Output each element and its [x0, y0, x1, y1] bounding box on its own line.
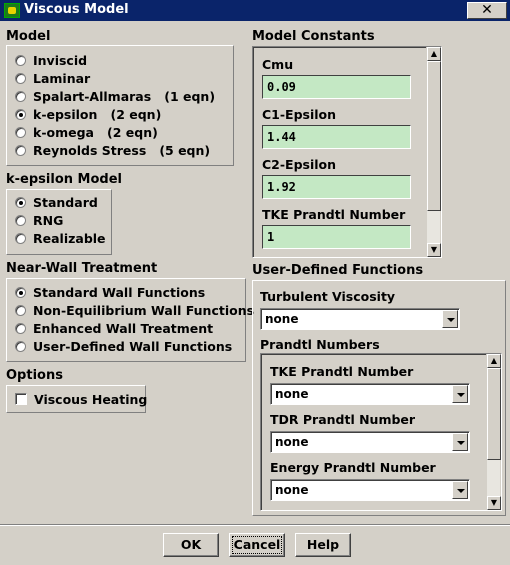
- c2-epsilon-field[interactable]: 1.92: [262, 175, 411, 199]
- model-group: Inviscid Laminar Spalart-Allmaras (1 eqn…: [6, 45, 234, 166]
- chevron-down-icon[interactable]: [442, 310, 458, 328]
- tke-prandtl-label: TKE Prandtl Number: [262, 207, 406, 222]
- radio-indicator: [15, 91, 26, 102]
- model-constants-panel: Cmu 0.09 C1-Epsilon 1.44 C2-Epsilon 1.92…: [252, 46, 442, 258]
- help-button[interactable]: Help: [295, 533, 351, 557]
- near-wall-group: Standard Wall Functions Non-Equilibrium …: [6, 278, 254, 362]
- constants-scrollbar[interactable]: ▲ ▼: [426, 47, 441, 257]
- c1-epsilon-field[interactable]: 1.44: [262, 125, 411, 149]
- radio-indicator: [15, 127, 26, 138]
- energy-prandtl-udf-label: Energy Prandtl Number: [270, 460, 436, 475]
- tke-prandtl-field[interactable]: 1: [262, 225, 411, 249]
- prandtl-numbers-title: Prandtl Numbers: [260, 337, 380, 352]
- turbulent-viscosity-dropdown[interactable]: none: [260, 308, 460, 330]
- radio-rng[interactable]: RNG: [15, 213, 63, 231]
- divider: [0, 524, 510, 526]
- radio-k-omega[interactable]: k-omega (2 eqn): [15, 125, 158, 143]
- scroll-thumb[interactable]: [487, 368, 501, 460]
- radio-indicator: [15, 323, 26, 334]
- radio-spalart-allmaras[interactable]: Spalart-Allmaras (1 eqn): [15, 89, 215, 107]
- title-bar: Viscous Model ✕: [0, 0, 510, 21]
- chevron-down-icon[interactable]: [452, 385, 468, 403]
- c1-epsilon-label: C1-Epsilon: [262, 107, 337, 122]
- scroll-up-icon[interactable]: ▲: [427, 47, 441, 61]
- radio-indicator: [15, 73, 26, 84]
- radio-indicator: [15, 215, 26, 226]
- cmu-label: Cmu: [262, 57, 294, 72]
- radio-indicator: [15, 233, 26, 244]
- tdr-prandtl-udf-label: TDR Prandtl Number: [270, 412, 416, 427]
- chevron-down-icon[interactable]: [452, 481, 468, 499]
- prandtl-numbers-panel: TKE Prandtl Number none TDR Prandtl Numb…: [260, 353, 502, 511]
- radio-indicator-selected: [15, 109, 26, 120]
- radio-inviscid[interactable]: Inviscid: [15, 53, 87, 71]
- radio-indicator-selected: [15, 197, 26, 208]
- radio-indicator: [15, 305, 26, 316]
- cmu-field[interactable]: 0.09: [262, 75, 411, 99]
- udf-group: Turbulent Viscosity none Prandtl Numbers…: [252, 280, 506, 516]
- cancel-button[interactable]: Cancel: [229, 533, 285, 557]
- prandtl-scrollbar[interactable]: ▲ ▼: [486, 354, 501, 510]
- model-section-title: Model: [6, 29, 51, 44]
- radio-indicator-selected: [15, 287, 26, 298]
- app-icon: [4, 3, 20, 18]
- radio-standard[interactable]: Standard: [15, 195, 98, 213]
- model-constants-title: Model Constants: [252, 29, 375, 44]
- ok-button[interactable]: OK: [163, 533, 219, 557]
- radio-non-equilibrium-wall-functions[interactable]: Non-Equilibrium Wall Functions: [15, 303, 254, 321]
- radio-indicator: [15, 341, 26, 352]
- scroll-thumb[interactable]: [427, 61, 441, 211]
- energy-prandtl-udf-dropdown[interactable]: none: [270, 479, 470, 501]
- radio-realizable[interactable]: Realizable: [15, 231, 106, 249]
- kepsilon-model-group: Standard RNG Realizable: [6, 189, 112, 255]
- turbulent-viscosity-label: Turbulent Viscosity: [260, 289, 396, 304]
- scroll-down-icon[interactable]: ▼: [487, 496, 501, 510]
- radio-k-epsilon[interactable]: k-epsilon (2 eqn): [15, 107, 161, 125]
- viscous-heating-checkbox[interactable]: Viscous Heating: [15, 392, 147, 410]
- radio-indicator: [15, 145, 26, 156]
- scroll-down-icon[interactable]: ▼: [427, 243, 441, 257]
- checkbox-indicator: [15, 393, 27, 405]
- tke-prandtl-udf-dropdown[interactable]: none: [270, 383, 470, 405]
- chevron-down-icon[interactable]: [452, 433, 468, 451]
- radio-reynolds-stress[interactable]: Reynolds Stress (5 eqn): [15, 143, 210, 161]
- kepsilon-model-title: k-epsilon Model: [6, 172, 122, 187]
- close-button[interactable]: ✕: [467, 2, 507, 19]
- window-title: Viscous Model: [24, 2, 129, 17]
- radio-user-defined-wall-functions[interactable]: User-Defined Wall Functions: [15, 339, 232, 357]
- near-wall-title: Near-Wall Treatment: [6, 261, 158, 276]
- c2-epsilon-label: C2-Epsilon: [262, 157, 337, 172]
- options-group: Viscous Heating: [6, 385, 147, 413]
- options-title: Options: [6, 368, 63, 383]
- tke-prandtl-udf-label: TKE Prandtl Number: [270, 364, 414, 379]
- radio-standard-wall-functions[interactable]: Standard Wall Functions: [15, 285, 205, 303]
- scroll-up-icon[interactable]: ▲: [487, 354, 501, 368]
- radio-enhanced-wall-treatment[interactable]: Enhanced Wall Treatment: [15, 321, 213, 339]
- radio-indicator: [15, 55, 26, 66]
- udf-title: User-Defined Functions: [252, 263, 424, 278]
- tdr-prandtl-udf-dropdown[interactable]: none: [270, 431, 470, 453]
- radio-laminar[interactable]: Laminar: [15, 71, 90, 89]
